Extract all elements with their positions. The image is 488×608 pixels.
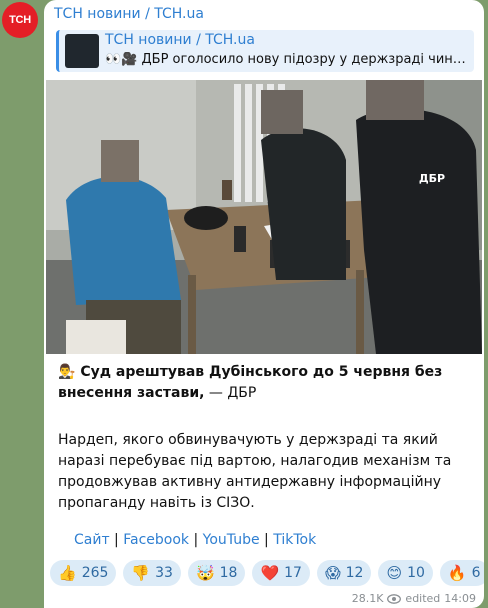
eye-icon (387, 593, 402, 604)
reaction-count: 10 (407, 565, 425, 581)
edited-label: edited (405, 592, 441, 605)
reactions-bar: 👍 265 👎 33 🤯 18 ❤️ 17 😱 12 😊 10 🔥 6 (50, 560, 484, 586)
reaction-count: 33 (155, 565, 173, 581)
message-time: 14:09 (444, 592, 476, 605)
fire-icon: 🔥 (447, 564, 467, 582)
scream-icon: 😱 (324, 564, 341, 582)
vest-text: ДБР (419, 172, 445, 185)
link-separator: | (259, 532, 274, 548)
reply-text: 👀🎥 ДБР оголосило нову підозру у держзрад… (105, 52, 471, 67)
reaction-thumbs-up[interactable]: 👍 265 (50, 560, 117, 586)
thumbs-down-icon: 👎 (131, 564, 151, 582)
reaction-heart[interactable]: ❤️ 17 (252, 560, 310, 586)
reply-thumbnail (65, 34, 99, 68)
link-tiktok[interactable]: TikTok (273, 532, 316, 548)
reaction-count: 6 (471, 565, 481, 581)
photo-illustration: ДБР (46, 80, 482, 354)
mind-blown-icon: 🤯 (195, 564, 215, 582)
post-photo[interactable]: ДБР (46, 80, 482, 354)
thumbs-up-icon: 👍 (58, 564, 77, 582)
link-separator: | (109, 532, 124, 548)
reaction-scream[interactable]: 😱 12 (316, 560, 372, 586)
reaction-count: 12 (345, 565, 364, 581)
judge-emoji: 👨‍⚖️ (58, 364, 76, 380)
reply-title: ТСН новини / TCH.ua (105, 32, 255, 48)
social-links: Сайт | Facebook | YouTube | TikTok (74, 532, 316, 548)
avatar-text: ТСН (9, 14, 31, 26)
link-site[interactable]: Сайт (74, 532, 110, 548)
reply-preview[interactable]: ТСН новини / TCH.ua 👀🎥 ДБР оголосило нов… (56, 30, 474, 72)
message-bubble: ТСН новини / TCH.ua ТСН новини / TCH.ua … (44, 0, 484, 608)
smile-icon: 😊 (386, 564, 403, 582)
post-body: Нардеп, якого обвинувачують у держзраді … (58, 432, 452, 511)
reaction-count: 265 (81, 565, 109, 581)
views-count: 28.1K (351, 592, 384, 605)
reaction-smile[interactable]: 😊 10 (378, 560, 433, 586)
heart-icon: ❤️ (260, 564, 280, 582)
link-youtube[interactable]: YouTube (203, 532, 260, 548)
link-separator: | (189, 532, 203, 548)
reaction-count: 17 (284, 565, 302, 581)
headline-tail: — ДБР (204, 385, 257, 401)
reaction-mind-blown[interactable]: 🤯 18 (187, 560, 246, 586)
reaction-thumbs-down[interactable]: 👎 33 (123, 560, 181, 586)
message-meta: 28.1K edited 14:09 (352, 592, 476, 605)
post-headline: 👨‍⚖️ Суд арештував Дубінського до 5 черв… (58, 362, 468, 404)
link-facebook[interactable]: Facebook (123, 532, 189, 548)
reaction-count: 18 (219, 565, 238, 581)
reaction-fire[interactable]: 🔥 6 (439, 560, 484, 586)
channel-avatar[interactable]: ТСН (2, 2, 38, 38)
channel-name[interactable]: ТСН новини / TCH.ua (54, 6, 204, 22)
